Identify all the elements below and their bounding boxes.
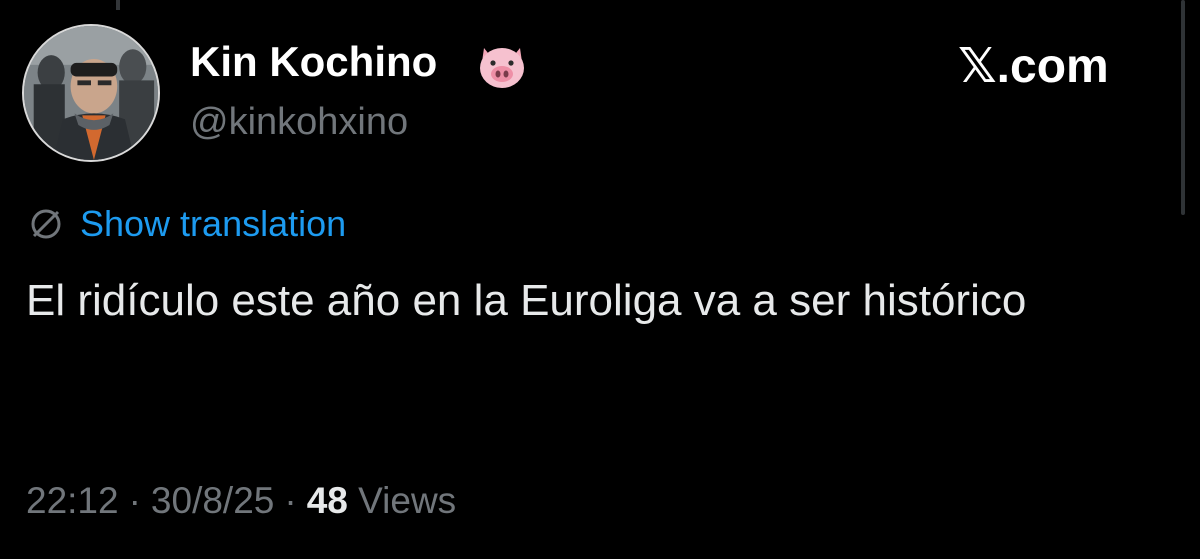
tweet-date[interactable]: 30/8/25 <box>151 480 274 521</box>
globe-icon <box>31 209 61 239</box>
meta-separator: · <box>284 480 297 521</box>
x-com-brand: 𝕏.com <box>958 40 1109 93</box>
show-translation-link[interactable]: Show translation <box>80 203 346 245</box>
tweet-time[interactable]: 22:12 <box>26 480 119 521</box>
views-count[interactable]: 48 <box>307 480 348 521</box>
views-label: Views <box>358 480 457 521</box>
translation-row[interactable]: Show translation <box>26 200 346 248</box>
meta-separator: · <box>128 480 141 521</box>
author-display-name[interactable]: Kin Kochino <box>190 38 437 86</box>
avatar[interactable] <box>22 24 160 162</box>
tweet-metadata: 22:12 · 30/8/25 · 48 Views <box>26 480 456 522</box>
pig-face-icon <box>480 48 524 88</box>
avatar-photo <box>24 26 158 160</box>
scrollbar[interactable] <box>1181 0 1185 215</box>
top-divider-tick <box>116 0 120 10</box>
tweet-text: El ridículo este año en la Euroliga va a… <box>26 276 1027 325</box>
author-handle[interactable]: @kinkohxino <box>190 101 408 144</box>
